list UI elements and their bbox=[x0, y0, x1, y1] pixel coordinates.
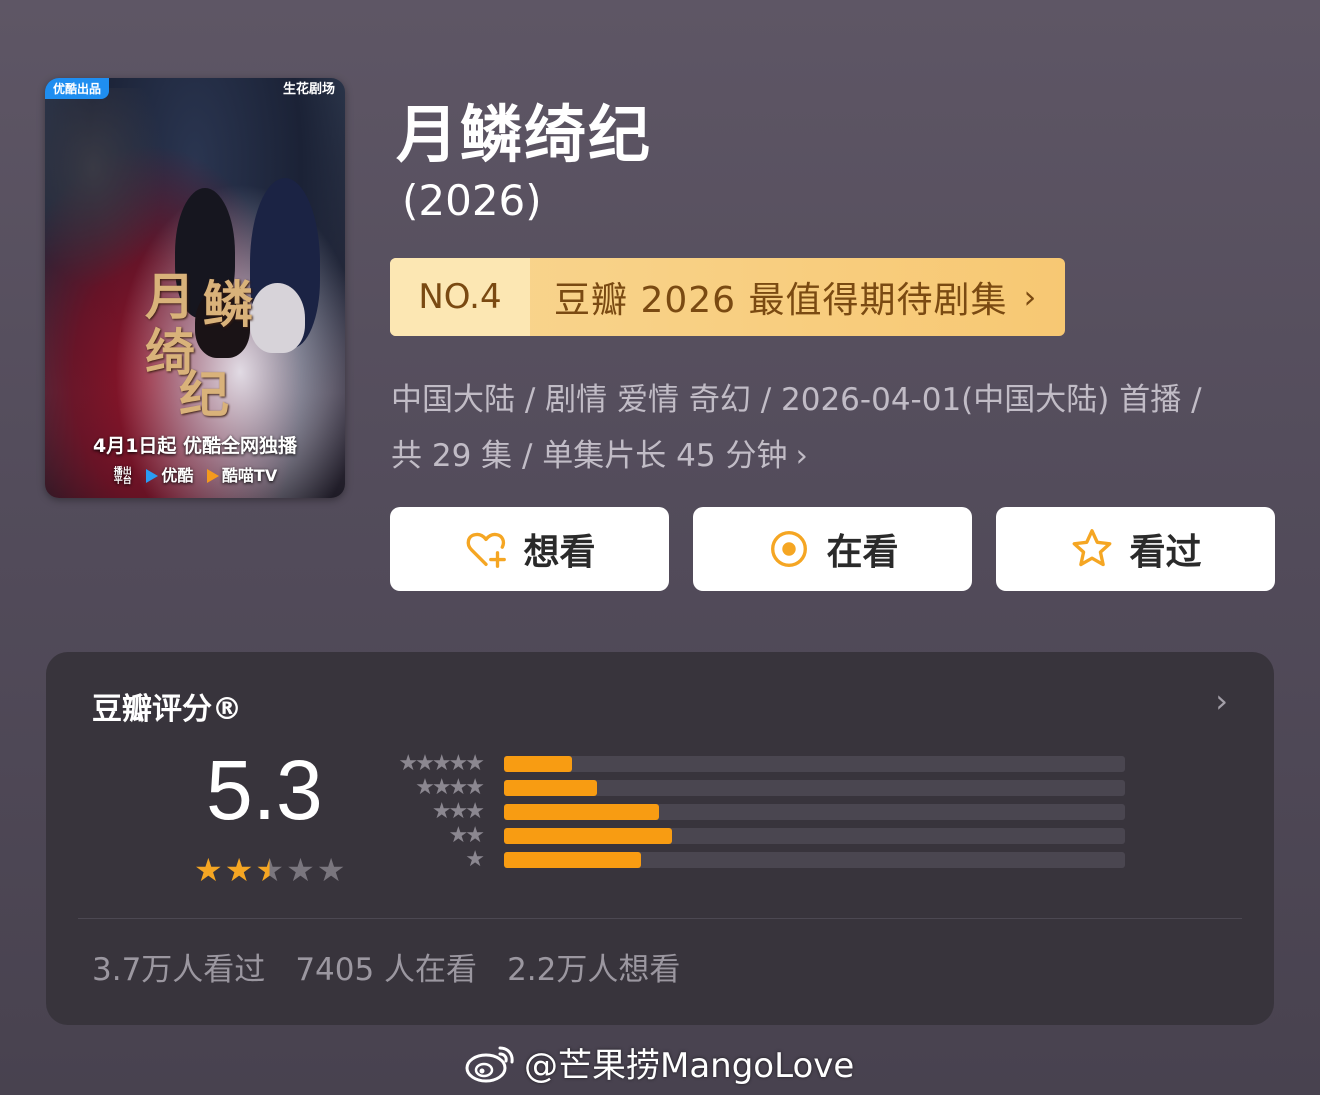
page-title: 月鳞绮纪 bbox=[396, 98, 653, 171]
star-level-2: ★★ bbox=[448, 823, 485, 848]
star-outline-icon bbox=[1073, 529, 1112, 567]
distribution-row: ★★★ bbox=[384, 800, 1125, 824]
poster-release-text: 4月1日起 优酷全网独播 bbox=[92, 435, 298, 457]
rating-stars: ★ ★ ★ ★ ★ bbox=[194, 854, 345, 886]
poster-brand-studio: 生花剧场 bbox=[282, 82, 335, 97]
star-level-3: ★★★ bbox=[431, 799, 485, 824]
watched-count: 3.7万人看过 bbox=[92, 952, 266, 988]
kumiao-play-icon bbox=[206, 469, 219, 483]
episode-info: 共 29 集 / 单集片长 45 分钟 bbox=[391, 438, 788, 474]
distribution-bar-2 bbox=[504, 828, 672, 844]
poster-image[interactable]: 优酷出品 生花剧场 月 鳞 绮 纪 4月1日起 优酷全网独播 播出平台 优酷 酷… bbox=[45, 78, 345, 498]
distribution-row: ★★★★★ bbox=[384, 752, 1125, 776]
poster-brand-youku: 优酷出品 bbox=[45, 78, 110, 99]
watched-label: 看过 bbox=[1129, 532, 1202, 573]
show-info-line: 中国大陆 / 剧情 爱情 奇幻 / 2026-04-01(中国大陆) 首播 / bbox=[391, 382, 1202, 418]
watching-label: 在看 bbox=[826, 532, 899, 573]
distribution-track bbox=[504, 780, 1125, 796]
rating-card[interactable]: 豆瓣评分® › 5.3 ★ ★ ★ ★ ★ ★★★★★ ★★★★ ★★★ ★★ … bbox=[46, 652, 1274, 1025]
distribution-row: ★★★★ bbox=[384, 776, 1125, 800]
distribution-bar-4 bbox=[504, 780, 598, 796]
watching-count: 7405 人在看 bbox=[295, 952, 478, 988]
divider bbox=[78, 918, 1242, 919]
poster-platform-note: 播出平台 bbox=[113, 466, 132, 486]
ranking-number: NO.4 bbox=[390, 258, 530, 336]
star-level-1: ★ bbox=[465, 847, 485, 872]
rating-score: 5.3 bbox=[206, 743, 323, 837]
distribution-bar-5 bbox=[504, 756, 573, 772]
star-empty-icon: ★ bbox=[316, 851, 346, 889]
want-count: 2.2万人想看 bbox=[507, 952, 681, 988]
poster-calligraphy-char: 鳞 bbox=[203, 275, 253, 334]
poster-platforms: 播出平台 优酷 酷喵TV bbox=[45, 462, 345, 486]
distribution-track bbox=[504, 756, 1125, 772]
distribution-track bbox=[504, 852, 1125, 868]
poster-calligraphy-char: 纪 bbox=[179, 365, 229, 424]
distribution-bar-1 bbox=[504, 852, 641, 868]
star-level-5: ★★★★★ bbox=[398, 751, 485, 776]
star-level-4: ★★★★ bbox=[415, 775, 485, 800]
rating-distribution: ★★★★★ ★★★★ ★★★ ★★ ★ bbox=[384, 752, 1125, 872]
ranking-label: 豆瓣 2026 最值得期待剧集 bbox=[554, 280, 1008, 321]
audience-stats: 3.7万人看过 7405 人在看 2.2万人想看 bbox=[92, 944, 680, 989]
star-empty-icon: ★ bbox=[286, 851, 315, 889]
poster-dragon-art bbox=[45, 88, 165, 288]
chevron-right-icon: › bbox=[1023, 278, 1038, 316]
weibo-icon bbox=[465, 1046, 514, 1082]
poster-platform-2: 酷喵TV bbox=[221, 466, 278, 485]
want-to-watch-button[interactable]: 想看 bbox=[390, 507, 669, 591]
heart-plus-icon bbox=[467, 532, 507, 568]
distribution-track bbox=[504, 828, 1125, 844]
watermark: @芒果捞MangoLove bbox=[464, 1038, 854, 1087]
youku-play-icon bbox=[146, 469, 159, 483]
distribution-bar-3 bbox=[504, 804, 660, 820]
rating-label: 豆瓣评分® bbox=[92, 692, 242, 727]
star-full-icon: ★ bbox=[224, 851, 254, 889]
show-info[interactable]: 中国大陆 / 剧情 爱情 奇幻 / 2026-04-01(中国大陆) 首播 / … bbox=[391, 372, 1271, 484]
chevron-right-icon[interactable]: › bbox=[1215, 682, 1228, 720]
show-info-line-2: 共 29 集 / 单集片长 45 分钟 › bbox=[391, 428, 1271, 484]
star-half-icon: ★ bbox=[255, 851, 285, 889]
watermark-text: @芒果捞MangoLove bbox=[524, 1046, 855, 1086]
distribution-track bbox=[504, 804, 1125, 820]
watched-button[interactable]: 看过 bbox=[996, 507, 1275, 591]
chevron-right-icon: › bbox=[795, 438, 808, 474]
poster-platform-1: 优酷 bbox=[161, 466, 194, 485]
ranking-banner[interactable]: NO.4 豆瓣 2026 最值得期待剧集 › bbox=[390, 258, 1065, 336]
poster-calligraphy-title: 月 鳞 绮 纪 bbox=[145, 272, 275, 424]
ranking-text-wrap: 豆瓣 2026 最值得期待剧集 › bbox=[530, 258, 1065, 336]
release-year: (2026) bbox=[402, 176, 542, 225]
target-icon bbox=[771, 531, 808, 567]
distribution-row: ★★ bbox=[384, 824, 1125, 848]
want-to-watch-label: 想看 bbox=[523, 532, 596, 573]
star-full-icon: ★ bbox=[194, 851, 223, 889]
watching-button[interactable]: 在看 bbox=[693, 507, 972, 591]
distribution-row: ★ bbox=[384, 848, 1125, 872]
